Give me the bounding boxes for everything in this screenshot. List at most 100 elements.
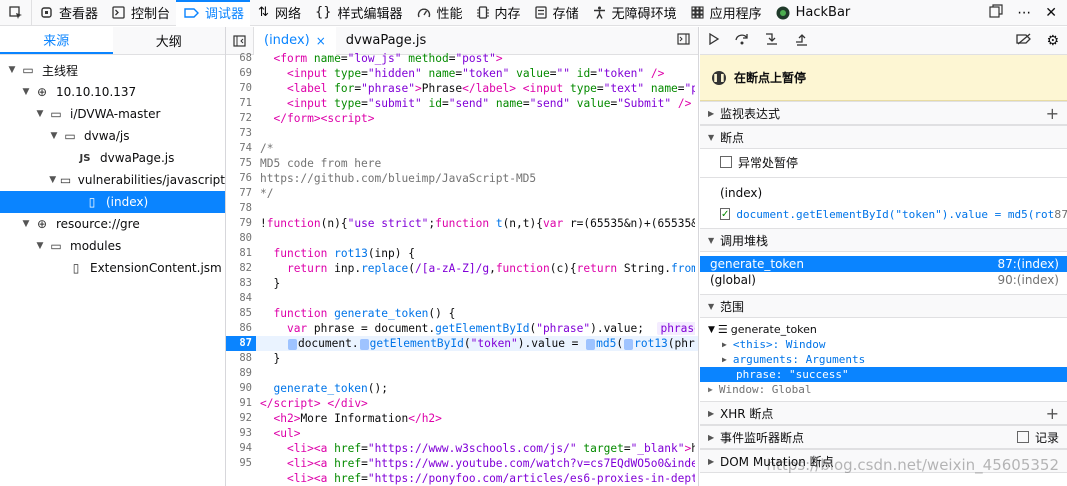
line-number[interactable]: 74 [226,141,256,156]
line-number[interactable]: 89 [226,366,256,381]
column-breakpoint-icon[interactable] [287,338,297,350]
line-number[interactable]: 83 [226,276,256,291]
tree-label: modules [70,239,122,253]
tree-item-folder[interactable]: ▼ ▭ vulnerabilities/javascript [0,169,225,191]
column-breakpoint-icon[interactable] [586,338,596,350]
call-frame[interactable]: (global) 90:(index) [700,272,1067,288]
resume-icon[interactable] [708,32,720,49]
tab-inspector[interactable]: 查看器 [32,0,104,26]
scope-item[interactable]: ▶ arguments: Arguments [700,352,1067,367]
gear-icon[interactable]: ⚙ [1046,33,1059,49]
tab-storage[interactable]: 存储 [527,0,585,26]
step-in-icon[interactable] [764,32,780,50]
line-number[interactable]: 70 [226,81,256,96]
tree-item-file-selected[interactable]: ▯ (index) [0,191,225,213]
line-number[interactable]: 80 [226,231,256,246]
line-number[interactable]: 86 [226,321,256,336]
line-number[interactable]: 81 [226,246,256,261]
line-number[interactable]: 79 [226,216,256,231]
scope-function[interactable]: ▼ ☰ generate_token [700,322,1067,337]
section-callstack[interactable]: ▼ 调用堆栈 [700,228,1067,252]
frame-name: generate_token [710,257,804,271]
deactivate-breakpoints-icon[interactable] [1016,33,1032,49]
add-watch-icon[interactable]: + [1046,104,1059,123]
inline-preview[interactable]: phrase: "succe [657,322,695,335]
tree-label: ExtensionContent.jsm [90,261,222,275]
column-breakpoint-icon[interactable] [624,338,634,350]
line-number[interactable]: 90 [226,381,256,396]
tab-memory[interactable]: 内存 [469,0,527,26]
close-icon[interactable]: ✕ [1045,5,1057,21]
line-number[interactable]: 84 [226,291,256,306]
line-number[interactable]: 91 [226,396,256,411]
tree-item-folder[interactable]: ▼ ▭ dvwa/js [0,125,225,147]
breakpoint-item[interactable]: ✓ document.getElementById("token").value … [700,204,1067,224]
tree-item-folder[interactable]: ▼ ▭ modules [0,235,225,257]
line-number[interactable]: 75 [226,156,256,171]
element-picker-icon[interactable] [0,0,32,26]
scope-item[interactable]: ▶ <this>: Window [700,337,1067,352]
section-breakpoints[interactable]: ▼ 断点 [700,125,1067,149]
line-number[interactable]: 92 [226,411,256,426]
checkbox-checked[interactable]: ✓ [720,208,731,220]
tab-accessibility[interactable]: 无障碍环境 [585,0,683,26]
tree-item-file[interactable]: JS dvwaPage.js [0,147,225,169]
call-frame-selected[interactable]: generate_token 87:(index) [700,256,1067,272]
line-number[interactable]: 76 [226,171,256,186]
line-number[interactable]: 78 [226,201,256,216]
line-number[interactable]: 95 [226,456,256,471]
line-number-breakpoint[interactable]: 87 [226,336,256,351]
add-xhr-icon[interactable]: + [1046,404,1059,423]
line-number[interactable]: 69 [226,66,256,81]
line-number[interactable]: 73 [226,126,256,141]
line-number[interactable]: 72 [226,111,256,126]
more-icon[interactable]: ⋯ [1017,5,1031,21]
code-view[interactable]: 68 <form name="low_js" method="post"> 69… [226,51,698,486]
line-number[interactable]: 94 [226,441,256,456]
line-number[interactable]: 88 [226,351,256,366]
tree-label: i/DVWA-master [70,107,161,121]
step-out-icon[interactable] [794,32,810,50]
scope-global[interactable]: ▶ Window: Global [700,382,1067,397]
step-over-icon[interactable] [734,32,750,50]
record-toggle[interactable]: 记录 [1016,429,1059,446]
scope-item-selected[interactable]: phrase: "success" [700,367,1067,382]
section-event-listeners[interactable]: ▶ 事件监听器断点 记录 [700,425,1067,449]
close-tab-icon[interactable]: × [316,34,326,48]
tree-item-host[interactable]: ▼ ⊕ resource://gre [0,213,225,235]
tab-network[interactable]: ⇅ 网络 [250,0,307,26]
line-number[interactable]: 85 [226,306,256,321]
tab-application[interactable]: 应用程序 [683,0,768,26]
line-number[interactable]: 93 [226,426,256,441]
line-number[interactable]: 77 [226,186,256,201]
performance-icon [417,7,431,19]
checkbox[interactable] [1016,431,1029,443]
tab-outline[interactable]: 大纲 [113,27,226,54]
frame-name: (global) [710,273,756,287]
tab-console[interactable]: 控制台 [104,0,176,26]
line-number[interactable]: 82 [226,261,256,276]
tab-sources[interactable]: 来源 [0,27,113,54]
line-number[interactable]: 68 [226,51,256,66]
tree-item-host[interactable]: ▼ ⊕ 10.10.10.137 [0,81,225,103]
tree-item-main-thread[interactable]: ▼ ▭ 主线程 [0,59,225,81]
section-xhr[interactable]: ▶ XHR 断点 + [700,401,1067,425]
tab-debugger[interactable]: 调试器 [176,0,251,26]
checkbox[interactable] [720,156,732,168]
dock-icon[interactable] [989,3,1003,22]
tab-performance[interactable]: 性能 [409,0,469,26]
tree-item-folder[interactable]: ▼ ▭ i/DVWA-master [0,103,225,125]
tab-style-editor[interactable]: {} 样式编辑器 [307,0,409,26]
toggle-right-sidebar-icon[interactable] [677,33,698,48]
tree-item-file[interactable]: ▯ ExtensionContent.jsm [0,257,225,279]
section-watch[interactable]: ▶ 监视表达式 + [700,101,1067,125]
pause-on-exceptions[interactable]: 异常处暂停 [700,149,1067,175]
section-scope[interactable]: ▼ 范围 [700,294,1067,318]
chevron-right-icon: ▶ [708,108,715,118]
tree-label: dvwaPage.js [100,151,175,165]
tab-hackbar[interactable]: HackBar [768,0,857,26]
line-number[interactable]: 71 [226,96,256,111]
inspector-icon [40,6,53,19]
tree-label: 10.10.10.137 [56,85,137,99]
column-breakpoint-icon[interactable] [359,338,369,350]
